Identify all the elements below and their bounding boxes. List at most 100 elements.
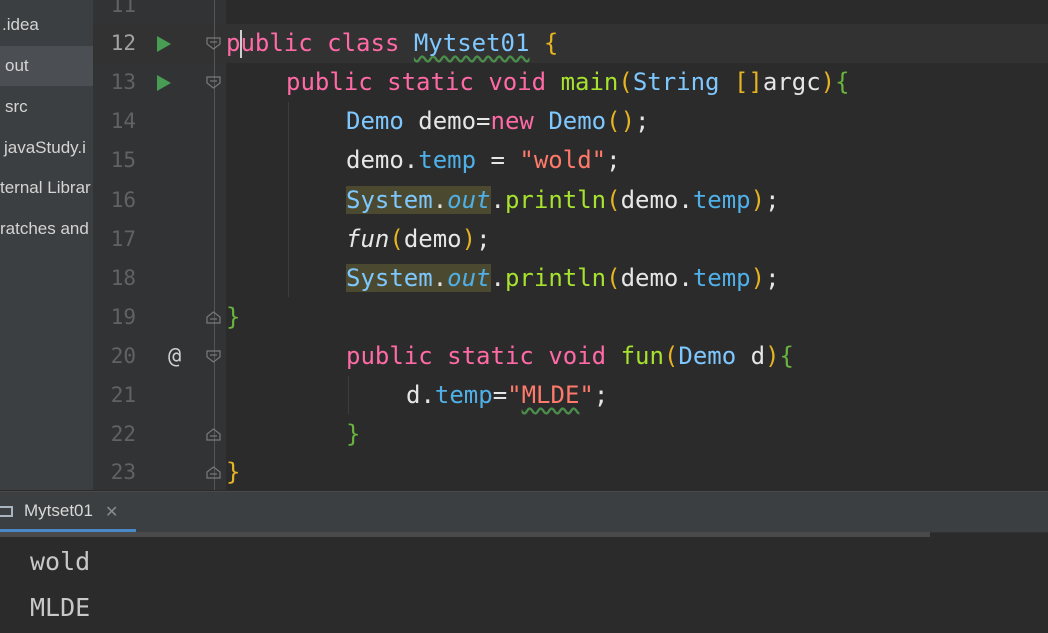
run-icon[interactable] <box>157 36 171 52</box>
console-output-line: MLDE <box>30 593 91 622</box>
code-token: System <box>346 264 433 292</box>
code-token: main <box>560 68 619 96</box>
code-token: { <box>543 29 559 57</box>
code-token: temp <box>418 146 477 174</box>
code-token: ( <box>389 225 404 253</box>
code-token: ) <box>461 225 477 253</box>
tree-item-label: ternal Librar <box>0 178 91 197</box>
code-token: ; <box>765 264 780 292</box>
code-token: void <box>548 342 607 370</box>
code-token: ) <box>620 107 636 135</box>
line-number: 11 <box>110 0 136 17</box>
code-token: demo <box>403 225 462 253</box>
code-token: new <box>490 107 534 135</box>
run-tab-bar: Mytset01 ✕ <box>0 492 1048 533</box>
fold-icon[interactable] <box>206 350 221 363</box>
code-token: . <box>403 146 419 174</box>
run-tab[interactable]: Mytset01 ✕ <box>0 492 136 532</box>
code-token: } <box>226 303 241 331</box>
tree-item-label: src <box>5 97 28 116</box>
code-token: = <box>476 146 520 174</box>
code-token: ) <box>750 264 766 292</box>
horizontal-scrollbar[interactable] <box>0 532 930 537</box>
run-icon[interactable] <box>157 75 171 91</box>
code-token: ; <box>635 107 650 135</box>
code-token: void <box>488 68 547 96</box>
code-token: demo <box>620 186 679 214</box>
code-token: Demo <box>678 342 737 370</box>
line-number: 18 <box>110 266 136 290</box>
code-token: " <box>579 381 594 409</box>
close-icon[interactable]: ✕ <box>105 502 118 521</box>
code-line[interactable]: public static void main(String []argc){ <box>286 63 850 102</box>
line-number: 19 <box>110 305 136 329</box>
fold-icon[interactable] <box>206 311 221 324</box>
code-token: Mytset01 <box>413 29 530 57</box>
code-line[interactable]: } <box>226 298 240 337</box>
override-at-icon[interactable]: @ <box>168 337 181 376</box>
line-number: 20 <box>110 344 136 368</box>
line-number: 13 <box>110 70 136 94</box>
code-token: . <box>678 186 693 214</box>
code-token: d <box>736 342 766 370</box>
code-token: . <box>678 264 693 292</box>
code-token: argc <box>762 68 821 96</box>
tree-item-label: ratches and <box>0 219 89 238</box>
code-token: ; <box>765 186 780 214</box>
fold-icon[interactable] <box>206 466 221 479</box>
code-token: ( <box>663 342 679 370</box>
console-output-line: wold <box>30 547 91 576</box>
indent-guide <box>348 376 349 414</box>
code-token: = <box>492 381 508 409</box>
code-token: temp <box>434 381 493 409</box>
text-caret <box>240 30 242 58</box>
code-token: ( <box>606 264 621 292</box>
line-number: 23 <box>110 460 136 484</box>
code-token: . <box>490 264 505 292</box>
code-token: Demo <box>346 107 404 135</box>
code-token: . <box>490 186 505 214</box>
console-icon <box>0 506 13 517</box>
code-token: println <box>504 264 607 292</box>
code-token: ) <box>765 342 780 370</box>
code-line[interactable]: demo.temp = "wold"; <box>346 141 621 180</box>
code-token: public <box>286 68 373 96</box>
code-token: { <box>779 342 794 370</box>
code-line[interactable]: } <box>346 415 360 454</box>
code-token: temp <box>692 186 751 214</box>
tree-item-label: javaStudy.i <box>4 138 86 157</box>
fold-guide-line <box>214 0 215 490</box>
line-number: 12 <box>110 31 136 55</box>
code-token: } <box>226 458 241 486</box>
run-panel: Mytset01 ✕ wold MLDE <box>0 491 1048 633</box>
code-line[interactable]: fun(demo); <box>346 220 491 259</box>
code-line[interactable]: System.out.println(demo.temp); <box>346 259 780 298</box>
code-token: . <box>420 381 435 409</box>
code-token: " <box>507 381 522 409</box>
fold-icon[interactable] <box>206 76 221 89</box>
code-line[interactable]: } <box>226 453 240 492</box>
code-token: . <box>432 186 448 214</box>
run-tab-label: Mytset01 <box>24 501 93 520</box>
fold-icon[interactable] <box>206 428 221 441</box>
code-line[interactable]: System.out.println(demo.temp); <box>346 181 780 220</box>
code-token: . <box>432 264 448 292</box>
code-token: ; <box>593 381 609 409</box>
code-line[interactable]: public static void fun(Demo d){ <box>346 337 794 376</box>
code-token: { <box>835 68 850 96</box>
code-token: ( <box>618 68 633 96</box>
code-token: System <box>346 186 433 214</box>
line-number: 14 <box>110 109 136 133</box>
code-token: out <box>447 186 491 214</box>
tree-item-label: .idea <box>2 15 39 34</box>
fold-icon[interactable] <box>206 37 221 50</box>
code-line[interactable]: Demo demo=new Demo(); <box>346 102 649 141</box>
code-token: demo <box>620 264 679 292</box>
code-token: temp <box>692 264 751 292</box>
code-token: ( <box>606 186 621 214</box>
code-line[interactable]: public class Mytset01 { <box>226 24 558 63</box>
code-line[interactable]: d.temp="MLDE"; <box>406 376 608 415</box>
code-token: ( <box>606 107 621 135</box>
tree-item-out[interactable]: out <box>0 46 93 86</box>
line-number: 16 <box>110 188 136 212</box>
